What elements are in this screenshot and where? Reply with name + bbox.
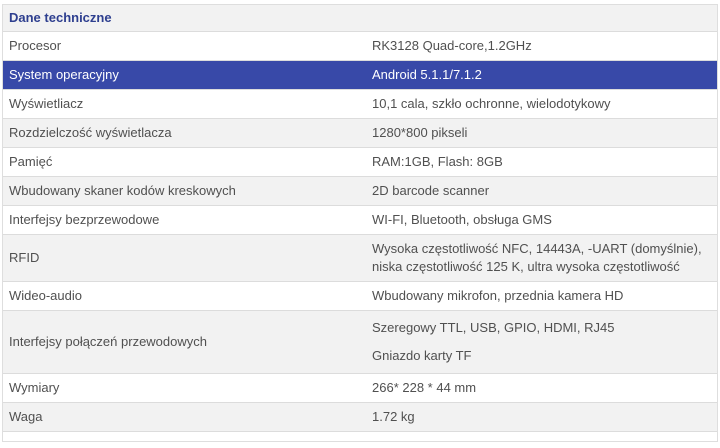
spec-value: 1280*800 pikseli xyxy=(360,118,717,148)
spec-label: Pamięć xyxy=(3,147,360,177)
table-row: Waga 1.72 kg xyxy=(3,402,717,432)
table-row: Wymiary 266* 228 * 44 mm xyxy=(3,373,717,403)
spec-value: Wysoka częstotliwość NFC, 14443A, -UART … xyxy=(360,234,717,282)
table-row: Wideo-audio Wbudowany mikrofon, przednia… xyxy=(3,281,717,311)
spec-label: Interfejsy połączeń przewodowych xyxy=(3,310,360,374)
spec-label: RFID xyxy=(3,234,360,282)
table-row: RFID Wysoka częstotliwość NFC, 14443A, -… xyxy=(3,234,717,282)
spec-table-container: Dane techniczne Procesor RK3128 Quad-cor… xyxy=(2,4,718,442)
spec-value-line: Szeregowy TTL, USB, GPIO, HDMI, RJ45 xyxy=(372,320,615,335)
spec-label: Wideo-audio xyxy=(3,281,360,311)
table-title-row: Dane techniczne xyxy=(3,5,717,32)
spec-value: 266* 228 * 44 mm xyxy=(360,373,717,403)
spec-value-line: Gniazdo karty TF xyxy=(372,348,472,363)
table-row: Wyświetliacz 10,1 cala, szkło ochronne, … xyxy=(3,89,717,119)
spec-value: 1.72 kg xyxy=(360,402,717,432)
spec-label: Rozdzielczość wyświetlacza xyxy=(3,118,360,148)
spec-label: Procesor xyxy=(3,31,360,61)
spec-label: Wyświetliacz xyxy=(3,89,360,119)
spec-value: 2D barcode scanner xyxy=(360,176,717,206)
table-row-highlighted: System operacyjny Android 5.1.1/7.1.2 xyxy=(3,60,717,90)
spec-value: Wbudowany mikrofon, przednia kamera HD xyxy=(360,281,717,311)
table-title: Dane techniczne xyxy=(3,5,717,32)
table-row: Pamięć RAM:1GB, Flash: 8GB xyxy=(3,147,717,177)
spec-value: Android 5.1.1/7.1.2 xyxy=(360,60,717,90)
spec-label: System operacyjny xyxy=(3,60,360,90)
spec-label: Interfejsy bezprzewodowe xyxy=(3,205,360,235)
spec-label: Wymiary xyxy=(3,373,360,403)
spec-label: Waga xyxy=(3,402,360,432)
spec-value: WI-FI, Bluetooth, obsługa GMS xyxy=(360,205,717,235)
table-row: Interfejsy połączeń przewodowych Szerego… xyxy=(3,310,717,374)
table-row: Wbudowany skaner kodów kreskowych 2D bar… xyxy=(3,176,717,206)
spec-value: RK3128 Quad-core,1.2GHz xyxy=(360,31,717,61)
table-row: Interfejsy bezprzewodowe WI-FI, Bluetoot… xyxy=(3,205,717,235)
table-row: Procesor RK3128 Quad-core,1.2GHz xyxy=(3,31,717,61)
spec-value-multiline: Szeregowy TTL, USB, GPIO, HDMI, RJ45 Gni… xyxy=(360,310,717,374)
spec-value: 10,1 cala, szkło ochronne, wielodotykowy xyxy=(360,89,717,119)
table-row: Rozdzielczość wyświetlacza 1280*800 piks… xyxy=(3,118,717,148)
technical-specifications-table: Dane techniczne Procesor RK3128 Quad-cor… xyxy=(3,5,717,432)
spec-label: Wbudowany skaner kodów kreskowych xyxy=(3,176,360,206)
spec-value: RAM:1GB, Flash: 8GB xyxy=(360,147,717,177)
